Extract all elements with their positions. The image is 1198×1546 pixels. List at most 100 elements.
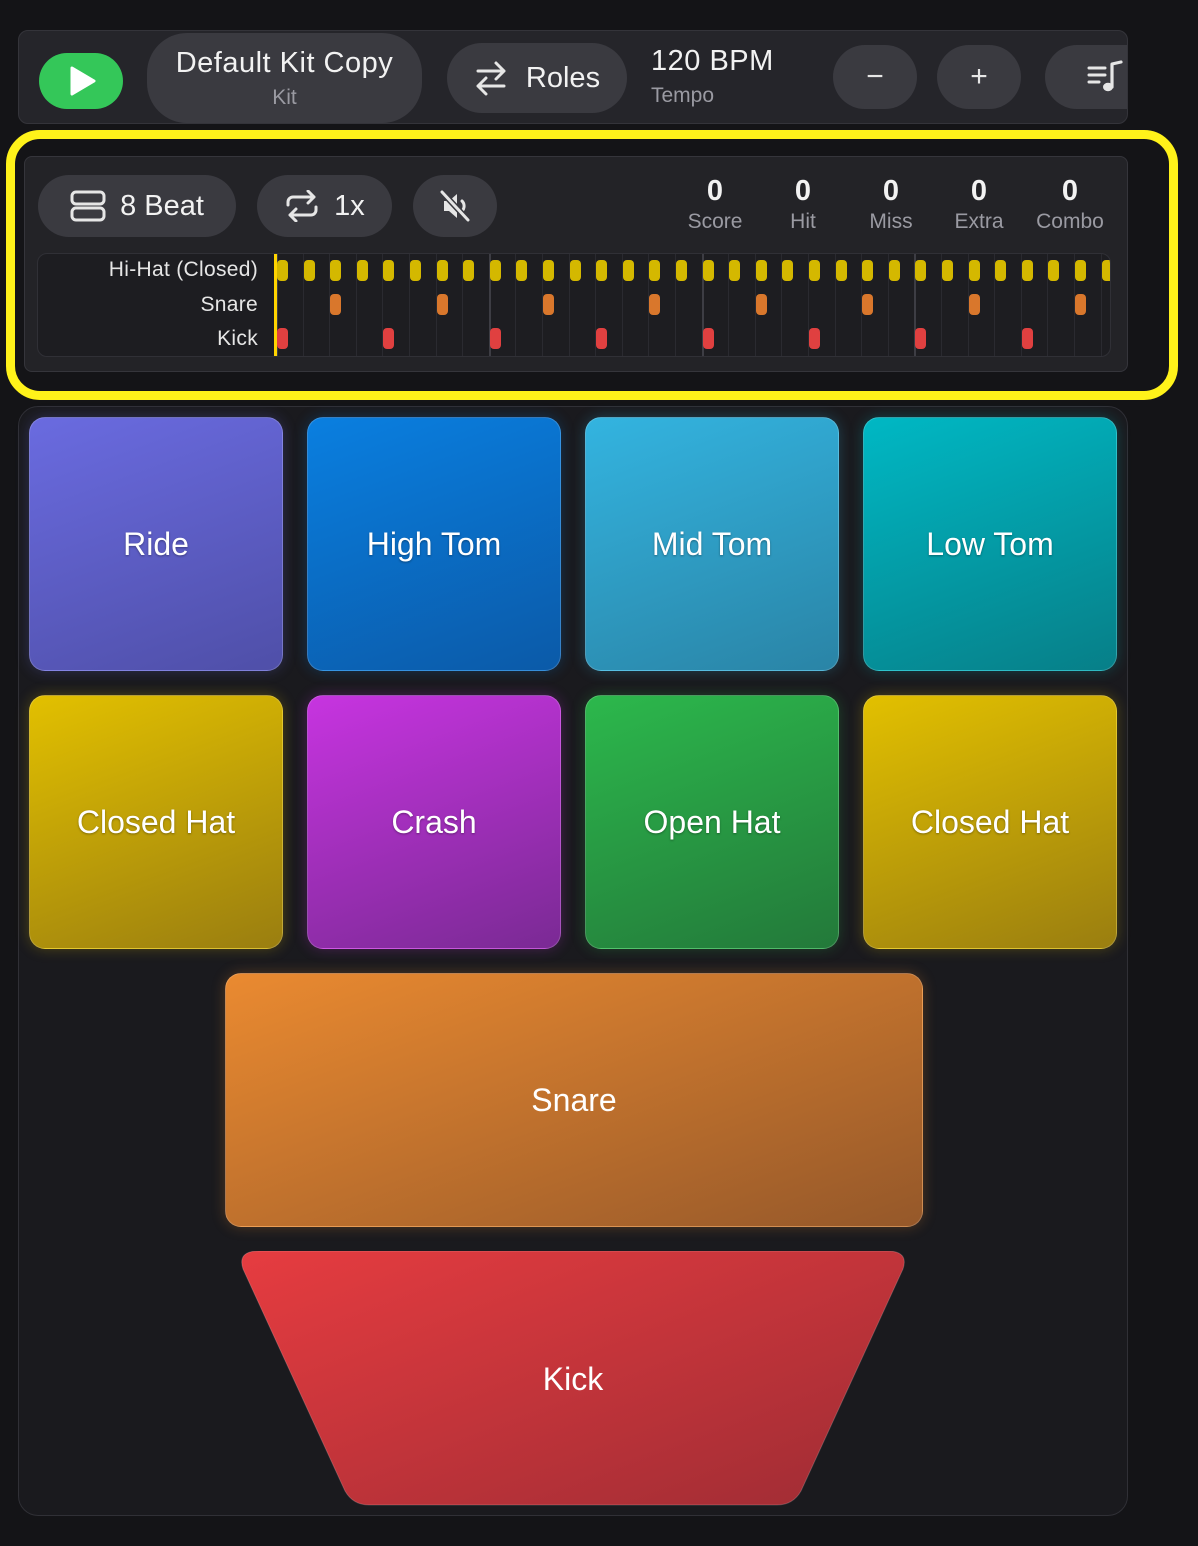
note-kick [809, 328, 820, 349]
note-hihat [1075, 260, 1086, 281]
pad-label: Closed Hat [910, 803, 1070, 840]
note-snare [436, 294, 448, 315]
pad-label: Kick [542, 1360, 604, 1397]
note-snare [862, 294, 874, 315]
note-hihat [277, 260, 288, 281]
note-hihat [862, 260, 874, 281]
mute-button[interactable] [413, 175, 497, 237]
pad-closed-hat[interactable]: Closed Hat [29, 695, 283, 949]
combo-label: Combo [1036, 210, 1104, 233]
note-hihat [383, 260, 395, 281]
note-hihat [782, 260, 794, 281]
pad-label: Mid Tom [651, 525, 773, 562]
pad-low-tom[interactable]: Low Tom [863, 417, 1117, 671]
hit-value: 0 [794, 175, 812, 207]
pad-label: High Tom [366, 525, 502, 562]
note-snare [543, 294, 554, 315]
repeat-icon [286, 190, 318, 222]
repeat-button[interactable]: 1x [257, 175, 392, 237]
music-list-icon [1087, 60, 1123, 92]
note-hihat [410, 260, 421, 281]
sequencer-grid [274, 254, 1110, 356]
note-hihat [596, 260, 608, 281]
pad-high-tom[interactable]: High Tom [307, 417, 561, 671]
note-snare [649, 294, 661, 315]
play-button[interactable] [39, 53, 123, 109]
note-hihat [622, 260, 634, 281]
minus-icon: − [866, 60, 884, 93]
pad-label: Snare [531, 1081, 617, 1118]
note-kick [596, 328, 608, 349]
top-toolbar: Default Kit Copy Kit Roles 120 BPM Tempo… [18, 30, 1128, 124]
tempo-decrease-button[interactable]: − [833, 45, 917, 109]
drum-pad-area: Snare Kick Ride High Tom Mid Tom Low Tom Clo… [18, 406, 1128, 1516]
kit-name: Default Kit Copy [175, 46, 394, 79]
pad-label: Crash [391, 803, 477, 840]
pad-closed-hat[interactable]: Closed Hat [863, 695, 1117, 949]
pad-label: Ride [123, 525, 189, 562]
miss-label: Miss [869, 210, 913, 233]
note-kick [489, 328, 501, 349]
play-icon [70, 66, 96, 96]
beat-label: 8 Beat [120, 189, 204, 222]
note-hihat [543, 260, 554, 281]
pad-open-hat[interactable]: Open Hat [585, 695, 839, 949]
repeat-label: 1x [334, 189, 365, 222]
practice-panel: 8 Beat 1x 0 Score 0 Hit 0 Miss 0 Extra 0… [24, 156, 1128, 372]
combo-value: 0 [1061, 175, 1079, 207]
note-hihat [1101, 260, 1110, 281]
note-hihat [809, 260, 820, 281]
note-hihat [729, 260, 741, 281]
note-hihat [516, 260, 528, 281]
note-hihat [942, 260, 953, 281]
stat-score: 0 Score [675, 175, 755, 234]
score-label: Score [687, 210, 743, 233]
kit-selector-button[interactable]: Default Kit Copy Kit [147, 33, 422, 123]
tempo-value: 120 BPM [651, 45, 774, 77]
note-kick [277, 328, 288, 349]
note-hihat [835, 260, 847, 281]
note-hihat [569, 260, 581, 281]
note-kick [702, 328, 714, 349]
roles-label: Roles [525, 61, 601, 94]
note-hihat [995, 260, 1007, 281]
note-kick [1021, 328, 1033, 349]
note-snare [330, 294, 342, 315]
stat-extra: 0 Extra [945, 175, 1013, 234]
pad-mid-tom[interactable]: Mid Tom [585, 417, 839, 671]
pad-crash[interactable]: Crash [307, 695, 561, 949]
score-value: 0 [706, 175, 724, 207]
tempo-caption: Tempo [651, 84, 715, 107]
pad-kick[interactable]: Kick [237, 1250, 909, 1507]
note-hihat [755, 260, 767, 281]
note-hihat [356, 260, 368, 281]
extra-value: 0 [970, 175, 988, 207]
rows-icon [70, 190, 106, 222]
extra-label: Extra [954, 210, 1004, 233]
playhead [274, 254, 277, 356]
hit-label: Hit [790, 210, 816, 233]
roles-button[interactable]: Roles [447, 43, 627, 113]
swap-arrows-icon [476, 61, 506, 96]
note-hihat [436, 260, 448, 281]
note-hihat [915, 260, 927, 281]
pattern-sequencer[interactable]: Hi-Hat (Closed) Snare Kick [37, 253, 1111, 357]
note-hihat [489, 260, 501, 281]
beat-selector-button[interactable]: 8 Beat [38, 175, 236, 237]
pad-label: Open Hat [643, 803, 781, 840]
track-label-hihat: Hi-Hat (Closed) [108, 258, 258, 281]
pad-ride[interactable]: Ride [29, 417, 283, 671]
note-hihat [330, 260, 342, 281]
note-hihat [702, 260, 714, 281]
note-hihat [888, 260, 900, 281]
note-hihat [463, 260, 475, 281]
playlist-button[interactable] [1045, 45, 1127, 109]
note-snare [1075, 294, 1086, 315]
note-snare [968, 294, 980, 315]
miss-value: 0 [882, 175, 900, 207]
note-hihat [1021, 260, 1033, 281]
pad-snare[interactable]: Snare [225, 973, 923, 1227]
note-hihat [303, 260, 315, 281]
pad-label: Closed Hat [76, 803, 236, 840]
tempo-increase-button[interactable]: + [937, 45, 1021, 109]
